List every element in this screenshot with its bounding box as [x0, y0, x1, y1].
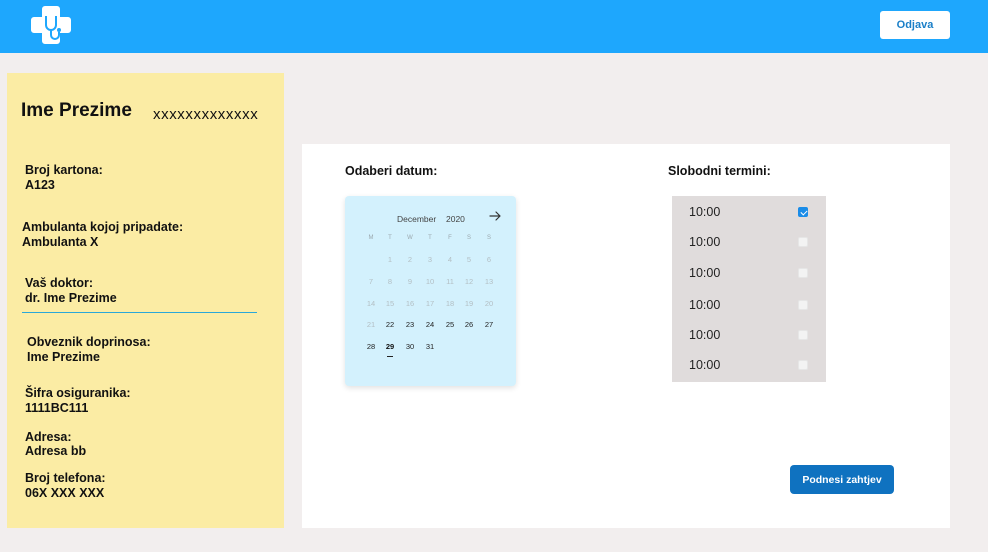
- clinic-value: Ambulanta X: [22, 235, 99, 249]
- insurance-code-label: Šifra osiguranika:: [25, 386, 131, 400]
- free-slots-list: 10:00 10:00 10:00 10:00 10:00 10:00: [672, 196, 826, 382]
- calendar-day[interactable]: 22: [381, 318, 399, 332]
- calendar-day[interactable]: 23: [401, 318, 419, 332]
- slot-row[interactable]: 10:00: [672, 290, 826, 320]
- calendar-day[interactable]: 27: [480, 318, 498, 332]
- address-value: Adresa bb: [25, 444, 87, 458]
- calendar-day[interactable]: 12: [460, 275, 478, 289]
- calendar-month[interactable]: December: [397, 214, 436, 224]
- calendar-day[interactable]: 31: [421, 340, 439, 354]
- contributor-label: Obveznik doprinosa:: [27, 335, 151, 349]
- slot-checkbox[interactable]: [798, 237, 808, 247]
- calendar-day[interactable]: 6: [480, 253, 498, 267]
- calendar-day[interactable]: 17: [421, 297, 439, 311]
- slot-time: 10:00: [689, 235, 721, 249]
- calendar-day[interactable]: 10: [421, 275, 439, 289]
- slot-row[interactable]: 10:00: [672, 320, 826, 350]
- calendar-day[interactable]: 21: [362, 318, 380, 332]
- calendar-day[interactable]: 15: [381, 297, 399, 311]
- calendar-day[interactable]: 11: [441, 275, 459, 289]
- slot-checkbox[interactable]: [798, 207, 808, 217]
- calendar-day[interactable]: 7: [362, 275, 380, 289]
- weekday-label: M: [368, 235, 374, 241]
- calendar-day[interactable]: 4: [441, 253, 459, 267]
- free-slots-title: Slobodni termini:: [668, 164, 771, 178]
- weekday-label: S: [466, 235, 471, 241]
- slot-row[interactable]: 10:00: [672, 197, 826, 227]
- calendar-day[interactable]: 29: [381, 340, 399, 357]
- patient-name: Ime Prezime: [21, 100, 132, 121]
- weekday-label: F: [448, 235, 452, 241]
- date-picker-title: Odaberi datum:: [345, 164, 438, 178]
- slot-checkbox[interactable]: [798, 330, 808, 340]
- appointment-panel: Odaberi datum: Slobodni termini: Decembe…: [302, 144, 950, 528]
- calendar-day[interactable]: 16: [401, 297, 419, 311]
- calendar-year[interactable]: 2020: [446, 214, 465, 224]
- slot-checkbox[interactable]: [798, 300, 808, 310]
- doctor-value: dr. Ime Prezime: [25, 291, 117, 305]
- calendar-day[interactable]: 25: [441, 318, 459, 332]
- slot-row[interactable]: 10:00: [672, 258, 826, 288]
- calendar-day[interactable]: 2: [401, 253, 419, 267]
- medical-logo-icon: [31, 6, 71, 44]
- doctor-label: Vaš doktor:: [25, 276, 94, 290]
- submit-request-button[interactable]: Podnesi zahtjev: [790, 465, 894, 494]
- card-number-value: A123: [25, 178, 55, 192]
- calendar-day[interactable]: 30: [401, 340, 419, 354]
- section-divider: [22, 312, 257, 313]
- weekday-label: T: [388, 235, 392, 241]
- calendar-day[interactable]: 19: [460, 297, 478, 311]
- patient-info-sidebar: Ime Prezime xxxxxxxxxxxxx Broj kartona: …: [7, 73, 284, 528]
- calendar-day[interactable]: 26: [460, 318, 478, 332]
- slot-time: 10:00: [689, 328, 721, 342]
- weekday-label: T: [428, 235, 432, 241]
- slot-time: 10:00: [689, 358, 721, 372]
- slot-row[interactable]: 10:00: [672, 350, 826, 380]
- insurance-code-value: 1111BC111: [25, 401, 89, 415]
- calendar-day[interactable]: 20: [480, 297, 498, 311]
- slot-row[interactable]: 10:00: [672, 227, 826, 257]
- calendar-day[interactable]: 28: [362, 340, 380, 354]
- arrow-right-icon[interactable]: [488, 209, 502, 223]
- calendar-day[interactable]: 24: [421, 318, 439, 332]
- contributor-value: Ime Prezime: [27, 350, 100, 364]
- calendar-day[interactable]: 9: [401, 275, 419, 289]
- calendar-day[interactable]: 8: [381, 275, 399, 289]
- calendar-day[interactable]: 13: [480, 275, 498, 289]
- top-bar: Odjava: [0, 0, 988, 53]
- weekday-label: S: [486, 235, 491, 241]
- weekday-label: W: [407, 235, 413, 241]
- phone-value: 06X XXX XXX: [25, 486, 105, 500]
- calendar-day[interactable]: 1: [381, 253, 399, 267]
- slot-time: 10:00: [689, 298, 721, 312]
- address-label: Adresa:: [25, 430, 72, 444]
- calendar-day[interactable]: 18: [441, 297, 459, 311]
- slot-time: 10:00: [689, 205, 721, 219]
- card-number-label: Broj kartona:: [25, 163, 103, 177]
- phone-label: Broj telefona:: [25, 471, 106, 485]
- slot-checkbox[interactable]: [798, 360, 808, 370]
- clinic-label: Ambulanta kojoj pripadate:: [22, 220, 184, 234]
- slot-time: 10:00: [689, 266, 721, 280]
- slot-checkbox[interactable]: [798, 268, 808, 278]
- calendar-day[interactable]: 5: [460, 253, 478, 267]
- calendar: December 2020 M T W T F S S 1 2 3 4 5 6 7 8 9 10 11 12 13 14…: [345, 196, 516, 386]
- logout-button[interactable]: Odjava: [880, 11, 950, 39]
- calendar-day[interactable]: 14: [362, 297, 380, 311]
- calendar-day[interactable]: 3: [421, 253, 439, 267]
- patient-id-number: xxxxxxxxxxxxx: [153, 106, 259, 123]
